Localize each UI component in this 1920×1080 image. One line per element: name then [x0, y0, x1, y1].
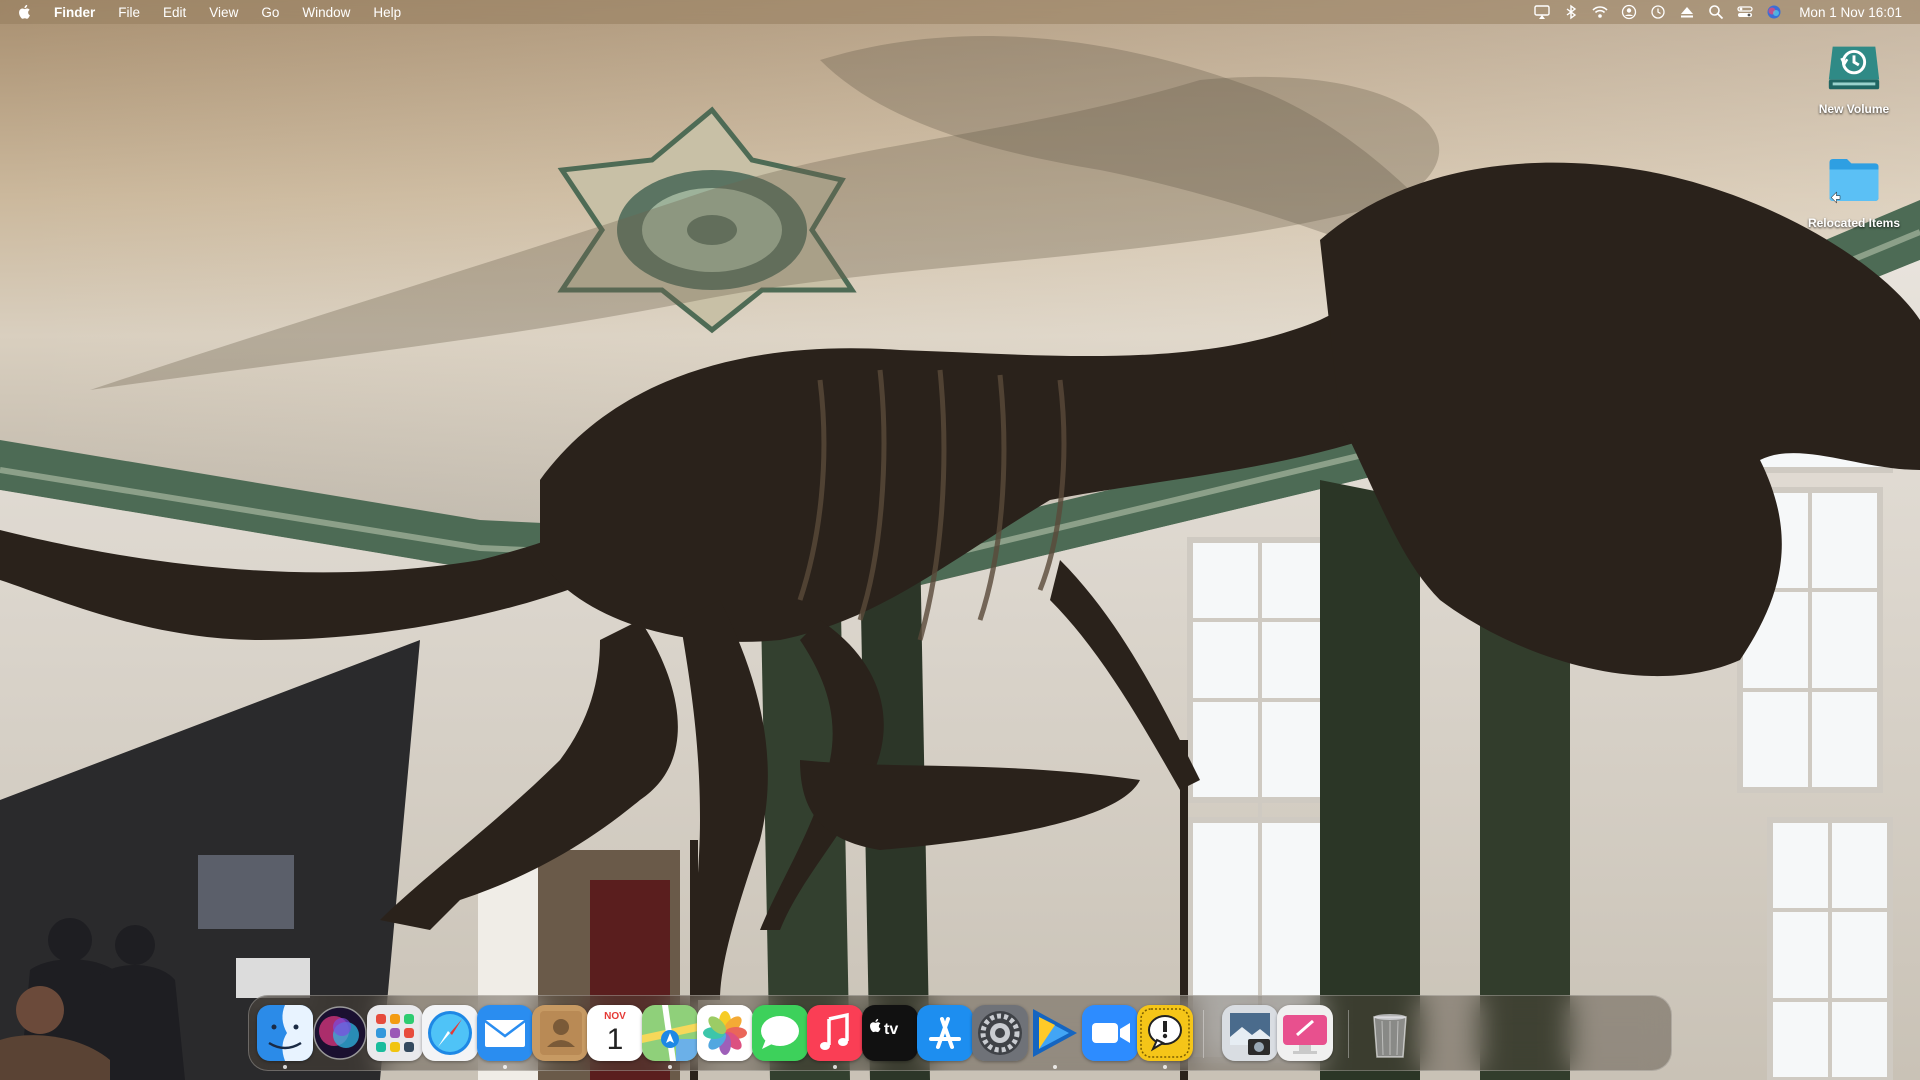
safari-icon [422, 1005, 478, 1061]
menu-bar: Finder File Edit View Go Window Help Mon… [0, 0, 1920, 24]
app-store-icon [917, 1005, 973, 1061]
running-indicator [833, 1065, 837, 1069]
dock-cleanmymac[interactable] [1277, 1005, 1333, 1061]
trash-icon [1373, 1014, 1407, 1058]
menu-bar-status: Mon 1 Nov 16:01 [1522, 0, 1920, 24]
apple-logo-icon[interactable] [18, 3, 34, 21]
siri-icon [313, 1006, 367, 1060]
calendar-month: NOV [604, 1011, 626, 1022]
photos-icon [697, 1005, 753, 1061]
running-indicator [1053, 1065, 1057, 1069]
dock-system-preferences[interactable] [972, 1005, 1028, 1061]
dock-separator [1348, 1010, 1349, 1058]
tv-label: tv [884, 1021, 899, 1038]
calendar-day: 1 [606, 1023, 624, 1056]
running-indicator [283, 1065, 287, 1069]
dock-app-store[interactable] [917, 1005, 973, 1061]
desktop-icon-new-volume[interactable]: New Volume [1794, 34, 1914, 116]
dock-music[interactable] [807, 1005, 863, 1061]
menu-view[interactable]: View [209, 5, 238, 20]
wifi-icon[interactable] [1591, 3, 1609, 21]
running-indicator [503, 1065, 507, 1069]
dock-trash[interactable] [1362, 1005, 1418, 1061]
user-account-icon[interactable] [1620, 3, 1638, 21]
system-preferences-icon [972, 1005, 1028, 1061]
dock-infuse[interactable] [1027, 1005, 1083, 1061]
menu-bar-left: Finder File Edit View Go Window Help [0, 0, 424, 24]
menu-edit[interactable]: Edit [163, 5, 186, 20]
time-machine-drive-icon [1822, 34, 1886, 98]
dock-photos[interactable] [697, 1005, 753, 1061]
dock-launchpad[interactable] [367, 1005, 423, 1061]
contacts-icon [532, 1005, 588, 1061]
dock-contacts[interactable] [532, 1005, 588, 1061]
folder-alias-icon [1822, 148, 1886, 212]
bluetooth-icon[interactable] [1562, 3, 1580, 21]
dock-separator [1203, 1010, 1204, 1058]
dock-apple-tv[interactable]: tv [862, 1005, 918, 1061]
dock-messages[interactable] [752, 1005, 808, 1061]
infuse-icon [1033, 1009, 1077, 1057]
spotlight-search-icon[interactable] [1707, 3, 1725, 21]
control-center-icon[interactable] [1736, 3, 1754, 21]
screen-mirroring-icon[interactable] [1533, 3, 1551, 21]
desktop-wallpaper [0, 0, 1920, 1080]
dock: NOV 1 tv [248, 995, 1672, 1071]
cleanmymac-icon [1277, 1005, 1333, 1061]
feedback-assistant-icon [1137, 1005, 1193, 1061]
mail-icon [477, 1005, 533, 1061]
finder-icon [257, 1005, 313, 1061]
dock-feedback-assistant[interactable] [1137, 1005, 1193, 1061]
eject-icon[interactable] [1678, 3, 1696, 21]
dock-maps[interactable] [642, 1005, 698, 1061]
dock-mail[interactable] [477, 1005, 533, 1061]
maps-icon [642, 1005, 698, 1061]
desktop-icon-label: Relocated Items [1807, 216, 1901, 230]
zoom-icon [1082, 1005, 1138, 1061]
dock-preview[interactable] [1222, 1005, 1278, 1061]
music-icon [807, 1005, 863, 1061]
preview-icon [1222, 1005, 1278, 1061]
messages-icon [752, 1005, 808, 1061]
dock-safari[interactable] [422, 1005, 478, 1061]
menu-file[interactable]: File [118, 5, 140, 20]
running-indicator [1163, 1065, 1167, 1069]
menu-window[interactable]: Window [302, 5, 350, 20]
desktop-icon-label: New Volume [1818, 102, 1890, 116]
desktop-icon-relocated-items[interactable]: Relocated Items [1794, 148, 1914, 230]
dock-siri[interactable] [312, 1005, 368, 1061]
running-indicator [668, 1065, 672, 1069]
launchpad-icon [367, 1005, 423, 1061]
dock-zoom[interactable] [1082, 1005, 1138, 1061]
menu-bar-clock[interactable]: Mon 1 Nov 16:01 [1799, 5, 1902, 20]
time-machine-icon[interactable] [1649, 3, 1667, 21]
menu-help[interactable]: Help [373, 5, 401, 20]
dock-calendar[interactable]: NOV 1 [587, 1005, 643, 1061]
dock-finder[interactable] [257, 1005, 313, 1061]
siri-icon[interactable] [1765, 3, 1783, 21]
menu-go[interactable]: Go [261, 5, 279, 20]
menu-app-name[interactable]: Finder [54, 5, 95, 20]
